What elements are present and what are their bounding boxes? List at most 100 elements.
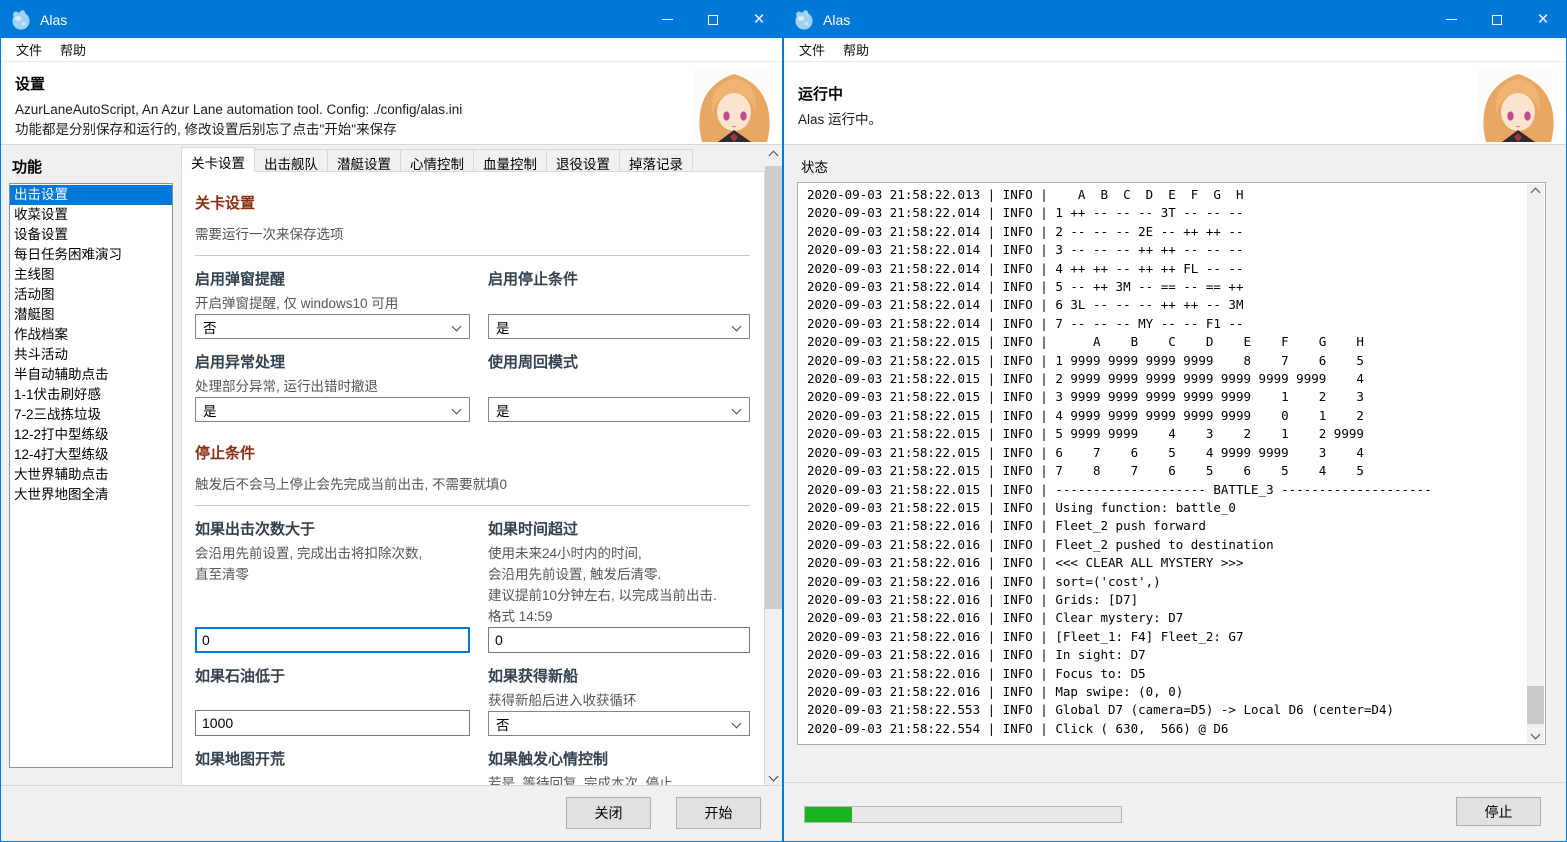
maximize-button[interactable] bbox=[690, 1, 736, 38]
running-footer: 停止 bbox=[784, 782, 1566, 841]
alas-app-icon bbox=[793, 9, 815, 31]
content-scrollbar[interactable] bbox=[765, 147, 782, 785]
sidebar-item[interactable]: 作战档案 bbox=[10, 325, 172, 345]
sidebar-item[interactable]: 大世界地图全清 bbox=[10, 485, 172, 505]
dropdown[interactable]: 是 bbox=[488, 314, 750, 339]
stage: Alas × 文件 帮助 设置 AzurLaneAutoScript, An A… bbox=[0, 0, 1567, 842]
window-controls: × bbox=[644, 1, 782, 38]
form-cell: 启用停止条件是 bbox=[488, 269, 750, 339]
tab-1[interactable]: 关卡设置 bbox=[181, 147, 255, 172]
settings-menubar: 文件 帮助 bbox=[1, 38, 782, 62]
section-desc: 触发后不会马上停止会先完成当前出击, 不需要就填0 bbox=[195, 473, 750, 493]
minimize-button[interactable] bbox=[1428, 1, 1474, 38]
sidebar-item[interactable]: 每日任务困难演习 bbox=[10, 245, 172, 265]
field-label: 如果获得新船 bbox=[488, 666, 750, 688]
scroll-down-icon[interactable] bbox=[765, 768, 782, 785]
dropdown[interactable]: 否 bbox=[195, 314, 470, 339]
maximize-icon bbox=[708, 15, 718, 25]
sidebar-item[interactable]: 共斗活动 bbox=[10, 345, 172, 365]
log-scrollbar[interactable] bbox=[1527, 184, 1544, 743]
scrollbar-thumb[interactable] bbox=[765, 166, 782, 609]
tab-7[interactable]: 掉落记录 bbox=[619, 149, 693, 172]
running-window: Alas × 文件 帮助 运行中 Alas 运行中。 bbox=[783, 0, 1567, 842]
minimize-button[interactable] bbox=[644, 1, 690, 38]
menu-file[interactable]: 文件 bbox=[790, 37, 834, 62]
tab-6[interactable]: 退役设置 bbox=[546, 149, 620, 172]
start-button[interactable]: 开始 bbox=[676, 797, 761, 829]
window-controls: × bbox=[1428, 1, 1566, 38]
close-button[interactable]: × bbox=[736, 1, 782, 38]
tab-2[interactable]: 出击舰队 bbox=[254, 149, 328, 172]
dropdown[interactable]: 是 bbox=[488, 397, 750, 422]
log-line: 2020-09-03 21:58:22.015 | INFO | 7 8 7 6… bbox=[807, 462, 1527, 480]
close-button[interactable]: × bbox=[1520, 1, 1566, 38]
page-title: 运行中 bbox=[798, 83, 1566, 104]
menu-help[interactable]: 帮助 bbox=[51, 37, 95, 62]
sidebar-item[interactable]: 收菜设置 bbox=[10, 205, 172, 225]
sidebar-item[interactable]: 半自动辅助点击 bbox=[10, 365, 172, 385]
field-label: 启用停止条件 bbox=[488, 269, 750, 291]
window-title: Alas bbox=[40, 12, 67, 28]
text-input[interactable] bbox=[195, 710, 470, 736]
log-line: 2020-09-03 21:58:22.015 | INFO | 3 9999 … bbox=[807, 388, 1527, 406]
sidebar-title: 功能 bbox=[12, 156, 42, 177]
sidebar-item[interactable]: 大世界辅助点击 bbox=[10, 465, 172, 485]
scroll-up-icon[interactable] bbox=[765, 147, 782, 164]
page-description-line2: 功能都是分别保存和运行的, 修改设置后别忘了点击"开始"来保存 bbox=[15, 120, 782, 140]
log-line: 2020-09-03 21:58:22.015 | INFO | 5 9999 … bbox=[807, 425, 1527, 443]
form-cell: 使用周回模式是 bbox=[488, 352, 750, 422]
log-line: 2020-09-03 21:58:22.015 | INFO | 1 9999 … bbox=[807, 352, 1527, 370]
log-line: 2020-09-03 21:58:22.014 | INFO | 2 -- --… bbox=[807, 223, 1527, 241]
scroll-down-icon[interactable] bbox=[1527, 726, 1544, 743]
field-desc: 若是, 等待回复, 完成本次, 停止 bbox=[488, 773, 750, 785]
dropdown-value: 否 bbox=[203, 317, 217, 337]
dropdown-value: 是 bbox=[496, 317, 510, 337]
sidebar-item[interactable]: 设备设置 bbox=[10, 225, 172, 245]
log-line: 2020-09-03 21:58:22.016 | INFO | Clear m… bbox=[807, 609, 1527, 627]
stop-button[interactable]: 停止 bbox=[1456, 797, 1541, 826]
dropdown[interactable]: 是 bbox=[195, 397, 470, 422]
sidebar-item[interactable]: 7-2三战拣垃圾 bbox=[10, 405, 172, 425]
dropdown-value: 是 bbox=[203, 400, 217, 420]
log-line: 2020-09-03 21:58:22.014 | INFO | 4 ++ ++… bbox=[807, 260, 1527, 278]
sidebar-item[interactable]: 活动图 bbox=[10, 285, 172, 305]
running-titlebar: Alas × bbox=[784, 1, 1566, 38]
avatar bbox=[1478, 66, 1558, 142]
page-description-line1: AzurLaneAutoScript, An Azur Lane automat… bbox=[15, 100, 782, 120]
tab-5[interactable]: 血量控制 bbox=[473, 149, 547, 172]
form-cell: 如果地图开荒 bbox=[195, 749, 470, 785]
field-desc: 获得新船后进入收获循环 bbox=[488, 690, 750, 711]
log-line: 2020-09-03 21:58:22.015 | INFO | 2 9999 … bbox=[807, 370, 1527, 388]
form-row: 启用弹窗提醒开启弹窗提醒, 仅 windows10 可用否启用停止条件是 bbox=[195, 269, 750, 339]
form-cell: 启用弹窗提醒开启弹窗提醒, 仅 windows10 可用否 bbox=[195, 269, 470, 339]
page-description: AzurLaneAutoScript, An Azur Lane automat… bbox=[15, 100, 782, 140]
section-heading: 关卡设置 bbox=[195, 192, 750, 213]
log-line: 2020-09-03 21:58:22.014 | INFO | 5 -- ++… bbox=[807, 278, 1527, 296]
maximize-button[interactable] bbox=[1474, 1, 1520, 38]
log-line: 2020-09-03 21:58:22.015 | INFO | 6 7 6 5… bbox=[807, 444, 1527, 462]
dropdown[interactable]: 否 bbox=[488, 711, 750, 736]
progress-bar bbox=[804, 806, 1122, 823]
field-label: 如果地图开荒 bbox=[195, 749, 470, 771]
scrollbar-thumb[interactable] bbox=[1527, 686, 1544, 724]
sidebar-item[interactable]: 1-1伏击刷好感 bbox=[10, 385, 172, 405]
field-desc: 使用未来24小时内的时间, 会沿用先前设置, 触发后清零. 建议提前10分钟左右… bbox=[488, 543, 750, 627]
alas-app-icon bbox=[10, 9, 32, 31]
sidebar-item[interactable]: 潜艇图 bbox=[10, 305, 172, 325]
section-heading: 停止条件 bbox=[195, 442, 750, 463]
text-input[interactable] bbox=[195, 627, 470, 653]
sidebar-item[interactable]: 主线图 bbox=[10, 265, 172, 285]
log-line: 2020-09-03 21:58:22.016 | INFO | sort=('… bbox=[807, 573, 1527, 591]
scroll-up-icon[interactable] bbox=[1527, 184, 1544, 201]
tab-3[interactable]: 潜艇设置 bbox=[327, 149, 401, 172]
close-app-button[interactable]: 关闭 bbox=[566, 797, 651, 829]
menu-file[interactable]: 文件 bbox=[7, 37, 51, 62]
sidebar-item[interactable]: 12-4打大型练级 bbox=[10, 445, 172, 465]
menu-help[interactable]: 帮助 bbox=[834, 37, 878, 62]
text-input[interactable] bbox=[488, 627, 750, 653]
sidebar-item[interactable]: 出击设置 bbox=[10, 185, 172, 205]
tab-4[interactable]: 心情控制 bbox=[400, 149, 474, 172]
sidebar-item[interactable]: 12-2打中型练级 bbox=[10, 425, 172, 445]
sidebar-list: 出击设置收菜设置设备设置每日任务困难演习主线图活动图潜艇图作战档案共斗活动半自动… bbox=[9, 183, 173, 768]
field-desc: 会沿用先前设置, 完成出击将扣除次数, 直至清零 bbox=[195, 543, 470, 585]
